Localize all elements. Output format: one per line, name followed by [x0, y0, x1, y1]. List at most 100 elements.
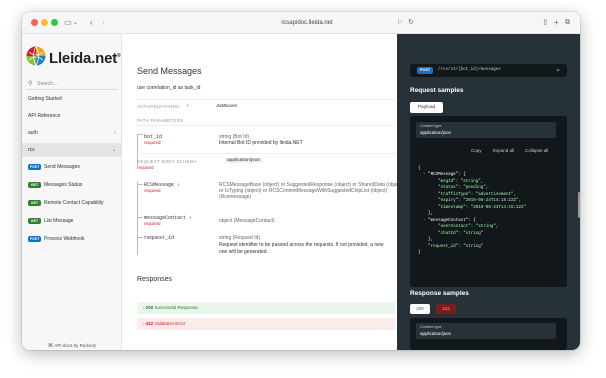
sidebar-item-messages-status[interactable]: GET Messages Status	[22, 179, 122, 192]
close-window-button[interactable]	[31, 19, 38, 26]
response-200-row[interactable]: › 200 Successful Response	[137, 302, 395, 314]
minimize-window-button[interactable]	[41, 19, 48, 26]
code-line: }	[418, 251, 421, 255]
code-line: - "messageContact": {	[418, 218, 476, 223]
request-sample-box: Content type application/json Copy Expan…	[410, 116, 567, 287]
response-label: Validation Error	[154, 321, 186, 326]
search-input[interactable]: ⚲ Search...	[26, 78, 118, 90]
back-icon[interactable]: ‹	[90, 17, 93, 29]
new-tab-icon[interactable]: +	[554, 17, 559, 29]
sidebar-item-label: Remote Contact Capability	[44, 200, 104, 206]
search-placeholder: Search...	[37, 81, 58, 87]
path-parameters-label: PATH PARAMETERS	[137, 118, 184, 123]
forward-icon[interactable]: ›	[102, 17, 105, 29]
share-icon[interactable]: ⇧	[542, 17, 549, 29]
chevron-right-icon: ›	[186, 215, 193, 221]
maximize-window-button[interactable]	[51, 19, 58, 26]
redocly-footer-link[interactable]: ⌘ API docs by Redocly	[22, 342, 122, 350]
code-line: {	[418, 166, 421, 171]
param-name-request-id: request_id	[144, 235, 175, 241]
content-type-select[interactable]: application/json	[225, 158, 263, 163]
code-line: "request_id": "string"	[418, 244, 484, 249]
chevron-down-icon[interactable]: ⌄	[73, 17, 78, 29]
sidebar-item-api-reference[interactable]: API Reference	[22, 109, 122, 123]
sidebar-toggle-icon[interactable]: ▭	[64, 17, 72, 29]
method-badge: GET	[28, 200, 41, 206]
sidebar-item-send-messages[interactable]: POST Send Messages	[22, 161, 122, 174]
response-samples-title: Response samples	[410, 290, 469, 297]
expand-all-button[interactable]: Expand all	[493, 148, 514, 153]
endpoint-bar[interactable]: POST /rcs/v1/{bot_id}/messages ⌄	[410, 64, 567, 77]
copy-button[interactable]: Copy	[471, 148, 482, 153]
sidebar-item-auth[interactable]: auth ›	[22, 126, 122, 140]
code-line: "expiry": "2019-08-24T14:15:22Z",	[418, 199, 522, 203]
sidebar-item-getting-started[interactable]: Getting Started	[22, 92, 122, 106]
chevron-down-icon: ⌄	[555, 66, 561, 73]
sidebar-item-rcs[interactable]: rcs ⌄	[22, 143, 122, 157]
responses-title: Responses	[137, 276, 173, 283]
response-code: 200	[145, 305, 154, 310]
collapse-all-button[interactable]: Collapse all	[525, 148, 548, 153]
method-badge: POST	[28, 164, 41, 170]
request-body-schema-label: REQUEST BODY SCHEMA:	[137, 159, 199, 164]
sidebar: Lleida.net® ⚲ Search... Getting Started …	[22, 34, 122, 350]
divider	[137, 99, 395, 100]
param-desc-request-id-1: Request identifier to be passed across t…	[219, 242, 384, 248]
address-bar[interactable]: rcsapidoc.lleida.net	[182, 16, 432, 30]
param-type-request-id: string (Request Id)	[219, 235, 261, 241]
required-label: required	[137, 165, 154, 170]
tab-payload[interactable]: Payload	[410, 102, 443, 113]
tab-response-200[interactable]: 200	[410, 304, 430, 314]
reload-icon[interactable]: ↻	[408, 17, 414, 29]
sidebar-item-process-webhook[interactable]: POST Process Webhook	[22, 233, 122, 246]
code-line: "timestamp": "2019-08-24T14:15:22Z"	[418, 205, 527, 210]
chevron-right-icon: ›	[114, 130, 116, 136]
required-label: required	[144, 221, 161, 226]
response-label: Successful Response	[154, 305, 198, 310]
footer-label: API docs by Redocly	[54, 343, 96, 348]
param-desc-bot-id: Internal Bot ID provided by lleida.NET	[219, 140, 303, 146]
scrollbar[interactable]	[578, 192, 580, 218]
content-type-value: application/json	[420, 130, 452, 135]
sidebar-item-label: rcs	[28, 147, 35, 153]
param-type-messagecontact: object (MessageContact)	[219, 218, 275, 224]
sidebar-item-remote-contact-capability[interactable]: GET Remote Contact Capability	[22, 197, 122, 210]
search-icon: ⚲	[28, 81, 33, 87]
translate-icon[interactable]: ⚐	[397, 17, 402, 29]
code-line: "trafficType": "advertisement",	[418, 192, 517, 197]
response-422-row[interactable]: › 422 Validation Error	[137, 318, 395, 330]
code-line: "msgId": "string",	[418, 179, 484, 184]
method-badge: POST	[28, 236, 41, 242]
divider	[137, 153, 395, 154]
tab-response-422[interactable]: 422	[436, 304, 456, 314]
content-type-dropdown[interactable]: Content type application/json	[416, 122, 556, 138]
content-type-label: Content type	[420, 124, 442, 128]
request-samples-title: Request samples	[410, 87, 464, 94]
sidebar-item-list-message[interactable]: GET List Message	[22, 215, 122, 228]
authorizations-label: AUTHORIZATIONS:	[137, 104, 181, 109]
authorization-value[interactable]: JwtBearer	[216, 104, 238, 109]
divider	[137, 125, 395, 126]
sidebar-item-label: Getting Started	[28, 96, 62, 102]
code-line: },	[418, 238, 434, 242]
operation-description: use correlation_id as task_id	[137, 85, 201, 91]
sidebar-item-label: Messages Status	[44, 182, 83, 188]
endpoint-path: /rcs/v1/{bot_id}/messages	[438, 68, 501, 72]
chevron-right-icon: ›	[187, 103, 189, 109]
tab-overview-icon[interactable]: ⧉	[565, 17, 570, 29]
json-sample-code: { - "RCSMessage": { "msgId": "string", "…	[418, 159, 526, 257]
browser-window: ▭ ⌄ ‹ › rcsapidoc.lleida.net ⚐ ↻ ⇧ + ⧉ L…	[22, 12, 580, 350]
required-label: required	[144, 140, 161, 145]
code-line: "status": "pending",	[418, 186, 489, 190]
tree-line	[137, 182, 143, 255]
method-badge: GET	[28, 218, 41, 224]
response-sample-box: Content type application/json	[410, 318, 567, 350]
method-badge: GET	[28, 182, 41, 188]
sidebar-item-label: API Reference	[28, 113, 61, 119]
tree-line	[137, 184, 143, 185]
response-content-type-dropdown[interactable]: Content type application/json	[416, 323, 556, 339]
code-line: "userContact": "string",	[418, 225, 499, 229]
code-line: - "RCSMessage": {	[418, 173, 466, 177]
page-title: Send Messages	[137, 66, 202, 76]
chevron-right-icon: ›	[174, 182, 181, 188]
